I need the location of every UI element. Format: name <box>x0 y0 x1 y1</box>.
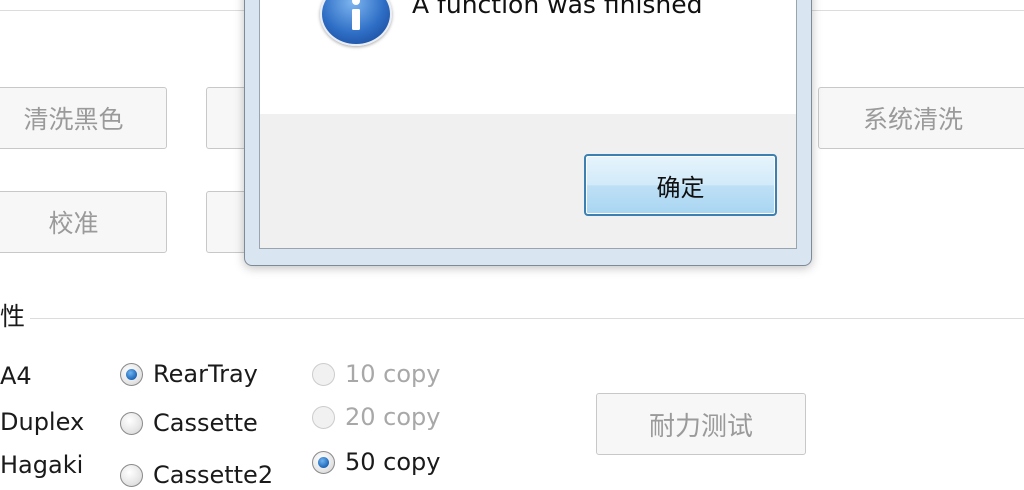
paper-label-hagaki: Hagaki <box>0 451 84 479</box>
radio-indicator <box>312 362 335 386</box>
dialog-message: A function was finished <box>412 0 703 19</box>
radio-indicator <box>120 463 143 487</box>
radio-cassette2[interactable]: Cassette2 <box>120 460 273 490</box>
radio-label: Cassette2 <box>153 461 274 489</box>
system-clean-button[interactable]: 系统清洗 <box>818 87 1024 149</box>
ok-label: 确定 <box>656 173 705 202</box>
radio-20-copy[interactable]: 20 copy <box>312 402 440 432</box>
system-clean-label: 系统清洗 <box>863 105 964 134</box>
dialog-body: A function was finished 确定 <box>259 0 797 249</box>
dialog-content: A function was finished <box>260 0 796 114</box>
radio-label: 10 copy <box>345 360 441 388</box>
group-divider <box>30 318 1024 319</box>
info-glyph <box>352 0 360 30</box>
ok-button[interactable]: 确定 <box>584 154 777 216</box>
radio-indicator <box>120 362 143 386</box>
radio-label: 50 copy <box>345 448 441 476</box>
paper-label-a4: A4 <box>0 362 32 390</box>
radio-label: Cassette <box>153 409 258 437</box>
radio-indicator <box>120 411 143 435</box>
paper-label-duplex: Duplex <box>0 408 85 436</box>
radio-label: 20 copy <box>345 403 441 431</box>
group-label: 性 <box>0 302 26 331</box>
calibrate-button[interactable]: 校准 <box>0 191 167 253</box>
message-dialog: A function was finished 确定 <box>244 0 812 266</box>
endurance-test-button[interactable]: 耐力测试 <box>596 393 806 455</box>
radio-indicator <box>312 450 335 474</box>
radio-reartray[interactable]: RearTray <box>120 359 258 389</box>
clean-black-button[interactable]: 清洗黑色 <box>0 87 167 149</box>
info-icon <box>320 0 392 46</box>
radio-indicator <box>312 405 335 429</box>
calibrate-label: 校准 <box>48 209 99 238</box>
endurance-test-label: 耐力测试 <box>648 411 753 442</box>
clean-black-label: 清洗黑色 <box>23 105 124 134</box>
radio-cassette[interactable]: Cassette <box>120 408 258 438</box>
radio-10-copy[interactable]: 10 copy <box>312 359 440 389</box>
radio-50-copy[interactable]: 50 copy <box>312 447 440 477</box>
radio-label: RearTray <box>153 360 258 388</box>
